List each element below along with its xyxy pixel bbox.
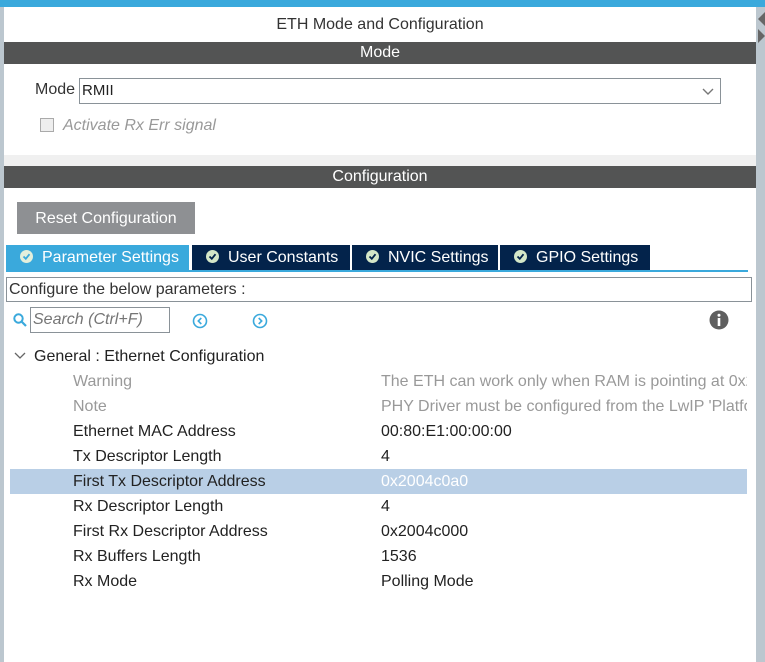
param-name: First Rx Descriptor Address (73, 523, 268, 540)
tab-label: NVIC Settings (388, 249, 489, 266)
configuration-section-header: Configuration (4, 166, 756, 188)
right-splitter[interactable] (756, 7, 765, 662)
panel-title: ETH Mode and Configuration (4, 7, 756, 42)
tab-label: Parameter Settings (42, 249, 179, 266)
param-row-rx-mode[interactable]: Rx Mode Polling Mode (10, 569, 747, 594)
eth-config-window: ETH Mode and Configuration Mode Mode RMI… (0, 0, 765, 662)
param-row-note[interactable]: Note PHY Driver must be configured from … (10, 394, 747, 419)
param-name: First Tx Descriptor Address (73, 473, 266, 490)
param-name: Tx Descriptor Length (73, 448, 222, 465)
param-value: The ETH can work only when RAM is pointi… (381, 373, 747, 390)
tab-gpio-settings[interactable]: GPIO Settings (500, 245, 650, 270)
check-circle-icon (366, 250, 379, 263)
tab-label: GPIO Settings (536, 249, 639, 266)
param-value[interactable]: 00:80:E1:00:00:00 (381, 419, 747, 444)
search-input[interactable] (30, 307, 170, 333)
check-circle-icon (206, 250, 219, 263)
param-name: Rx Mode (73, 573, 138, 590)
chevron-down-icon (702, 88, 714, 95)
param-name: Warning (73, 373, 132, 390)
next-match-icon[interactable] (252, 313, 268, 329)
tab-nvic-settings[interactable]: NVIC Settings (352, 245, 498, 270)
configuration-area: Reset Configuration Parameter Settings U… (4, 188, 756, 662)
mode-select[interactable]: RMII (79, 78, 721, 104)
param-name: Note (73, 398, 107, 415)
info-icon[interactable] (709, 310, 729, 330)
tab-parameter-settings[interactable]: Parameter Settings (6, 245, 189, 270)
config-tabs: Parameter Settings User Constants NVIC S… (6, 245, 748, 272)
param-name: Rx Descriptor Length (73, 498, 224, 515)
mode-label: Mode (35, 81, 76, 98)
param-value[interactable]: 0x2004c000 (381, 519, 747, 544)
param-row-warning[interactable]: Warning The ETH can work only when RAM i… (10, 369, 747, 394)
param-row-mac-address[interactable]: Ethernet MAC Address 00:80:E1:00:00:00 (10, 419, 747, 444)
param-value[interactable]: 4 (381, 494, 747, 519)
param-row-first-rx-descriptor-address[interactable]: First Rx Descriptor Address 0x2004c000 (10, 519, 747, 544)
tabs-underline (6, 270, 748, 272)
mode-area: Mode RMII Activate Rx Err signal (4, 64, 756, 155)
group-general-ethernet[interactable]: General : Ethernet Configuration (14, 348, 264, 366)
chevron-down-icon (14, 352, 26, 359)
check-circle-icon (20, 250, 33, 263)
mode-select-value: RMII (82, 82, 114, 99)
param-value: PHY Driver must be configured from the L… (381, 398, 747, 415)
param-name: Rx Buffers Length (73, 548, 201, 565)
param-row-rx-descriptor-length[interactable]: Rx Descriptor Length 4 (10, 494, 747, 519)
check-circle-icon (514, 250, 527, 263)
config-panel: ETH Mode and Configuration Mode Mode RMI… (4, 7, 756, 662)
param-value[interactable]: Polling Mode (381, 569, 747, 594)
tab-user-constants[interactable]: User Constants (192, 245, 350, 270)
param-value[interactable]: 0x2004c0a0 (381, 469, 747, 494)
param-value[interactable]: 1536 (381, 544, 747, 569)
previous-match-icon[interactable] (192, 313, 208, 329)
activate-rx-err-checkbox[interactable] (40, 118, 54, 132)
top-accent-bar (0, 0, 765, 7)
parameter-list: Warning The ETH can work only when RAM i… (10, 369, 747, 594)
reset-configuration-button[interactable]: Reset Configuration (17, 202, 195, 234)
collapse-panel-arrows-icon[interactable] (755, 7, 765, 47)
param-value[interactable]: 4 (381, 444, 747, 469)
group-label: General : Ethernet Configuration (34, 348, 265, 365)
activate-rx-err-label: Activate Rx Err signal (63, 117, 216, 134)
param-row-first-tx-descriptor-address[interactable]: First Tx Descriptor Address 0x2004c0a0 (10, 469, 747, 494)
param-row-rx-buffers-length[interactable]: Rx Buffers Length 1536 (10, 544, 747, 569)
mode-section-header: Mode (4, 42, 756, 64)
tab-label: User Constants (228, 249, 339, 266)
param-row-tx-descriptor-length[interactable]: Tx Descriptor Length 4 (10, 444, 747, 469)
search-icon (13, 313, 27, 327)
param-name: Ethernet MAC Address (73, 423, 236, 440)
configure-hint: Configure the below parameters : (6, 277, 752, 302)
